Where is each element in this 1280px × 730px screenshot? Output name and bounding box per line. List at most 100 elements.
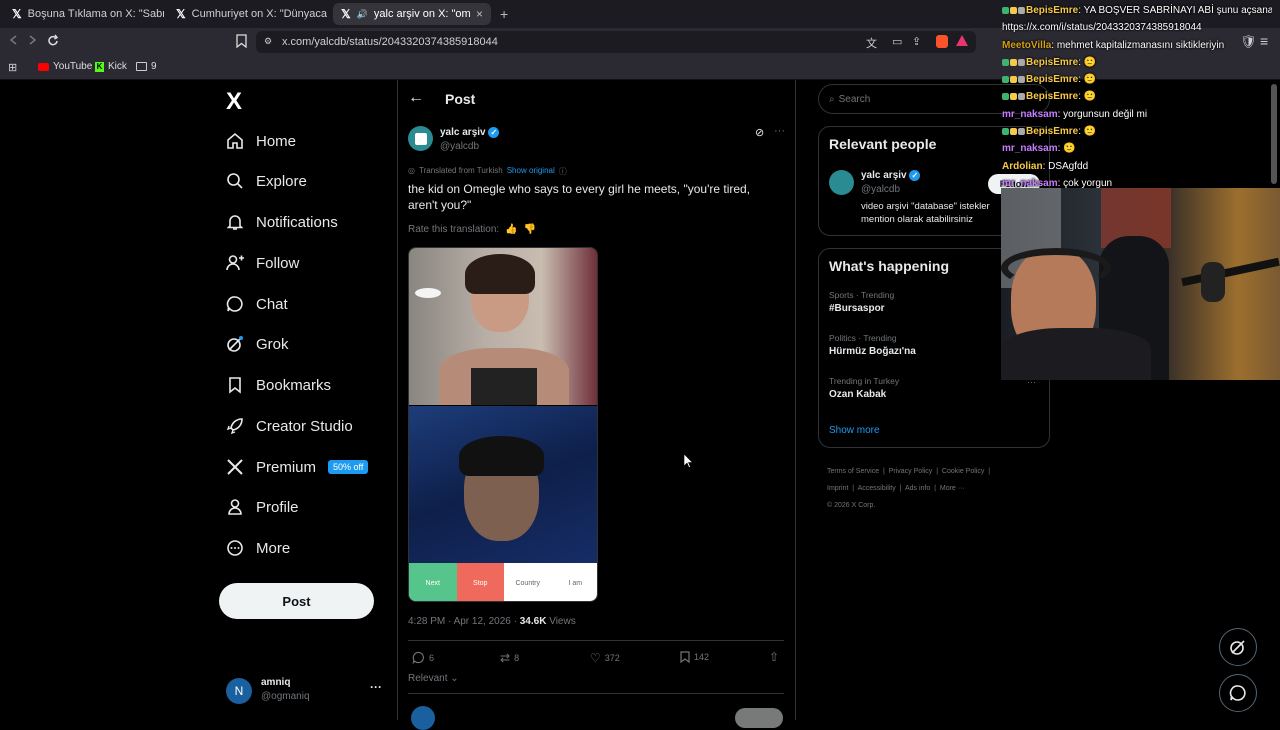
person-avatar[interactable] (829, 170, 854, 195)
search-icon: ⌕ (829, 93, 835, 105)
apps-grid-icon[interactable]: ⊞ (8, 61, 17, 74)
back-arrow-icon[interactable]: ← (408, 89, 424, 107)
bookmark-kick[interactable]: K Kick (95, 61, 127, 72)
reload-icon[interactable] (46, 34, 60, 48)
author-handle[interactable]: @yalcdb (440, 141, 479, 152)
chat-text: 🙂 (1083, 126, 1097, 138)
chat-text: 🙂 (1063, 143, 1076, 155)
site-info-icon[interactable]: ⚙ (264, 36, 272, 47)
tab-title: Cumhuriyet on X: "Dünyaca ünlü şarl (191, 8, 330, 20)
footer-link[interactable]: Privacy Policy (889, 468, 933, 475)
like-button[interactable]: ♡ 372 (590, 651, 620, 665)
grok-floating-button[interactable] (1219, 628, 1257, 666)
media-icon[interactable]: ▭ (892, 35, 902, 48)
show-more-link[interactable]: Show more (829, 425, 880, 436)
grok-icon (227, 336, 243, 352)
trend-item[interactable]: Politics · Trending Hürmüz Boğazı'na (829, 333, 916, 357)
translate-icon[interactable]: 文 (866, 35, 877, 51)
browser-tab-active[interactable]: 𝕏 🔊 yalc arşiv on X: "omeglede he × (333, 3, 491, 25)
nav-premium[interactable]: Premium 50% off (226, 453, 369, 481)
chat-badge-icon (1010, 93, 1017, 101)
new-tab-button[interactable]: + (500, 6, 508, 22)
x-logo-icon[interactable]: X (226, 88, 242, 116)
footer-link[interactable]: Accessibility (858, 485, 896, 492)
person-icon (228, 499, 242, 515)
nav-grok[interactable]: Grok (226, 330, 289, 358)
nav-notifications[interactable]: Notifications (226, 208, 338, 236)
heart-icon: ♡ (590, 651, 601, 665)
footer-link[interactable]: Cookie Policy (942, 468, 984, 475)
nav-creator-studio[interactable]: Creator Studio (226, 412, 353, 440)
footer-link[interactable]: More ··· (940, 485, 965, 492)
chevron-down-icon: ⌄ (447, 673, 459, 684)
post-more-icon[interactable]: ··· (774, 125, 785, 137)
person-name[interactable]: yalc arşiv ✓ (861, 170, 921, 181)
chat-username: BepisEmre (1026, 5, 1079, 16)
home-icon (227, 132, 243, 149)
search-placeholder: Search (838, 93, 871, 105)
trend-context: Politics · Trending (829, 333, 897, 343)
repost-count: 8 (514, 653, 520, 663)
reply-submit-button[interactable] (735, 708, 783, 728)
bookmark-page-icon[interactable] (236, 34, 247, 48)
bookmark-button[interactable]: 142 (680, 651, 709, 663)
address-bar[interactable]: ⚙ x.com/yalcdb/status/204332037438591804… (256, 31, 976, 53)
x-favicon-icon: 𝕏 (176, 7, 186, 21)
trend-name: #Bursaspor (829, 303, 885, 314)
chat-badge-icon (1002, 93, 1009, 101)
messages-floating-button[interactable] (1219, 674, 1257, 712)
browser-tab[interactable]: 𝕏 Boşuna Tıklama on X: "Sabrina Carpe (4, 3, 164, 25)
share-icon[interactable]: ⇪ (912, 35, 921, 48)
show-original-link[interactable]: Show original (507, 166, 555, 177)
chat-message: BepisEmre: 🙂 (1002, 71, 1272, 88)
author-avatar[interactable] (408, 126, 433, 151)
back-icon[interactable] (8, 34, 20, 46)
chat-username: MeetoVilla (1002, 39, 1052, 51)
trend-context: Trending in Turkey (829, 376, 900, 386)
chat-text: 🙂 (1083, 91, 1097, 103)
footer-link[interactable]: Ads info (905, 485, 930, 492)
nav-home[interactable]: Home (226, 127, 296, 155)
chat-badge-icon (1010, 127, 1017, 135)
grok-explain-icon[interactable]: ⊘ (755, 126, 764, 139)
close-tab-icon[interactable]: × (476, 7, 483, 21)
author-name[interactable]: yalc arşiv ✓ (440, 127, 500, 138)
chat-username: BepisEmre (1026, 56, 1079, 68)
thumbs-down-icon[interactable]: 👎 (524, 224, 536, 235)
nav-bookmarks[interactable]: Bookmarks (226, 371, 331, 399)
bookmark-folder[interactable]: 9 (136, 61, 157, 72)
nav-follow[interactable]: Follow (226, 249, 299, 277)
reply-sort-dropdown[interactable]: Relevant ⌄ (408, 673, 459, 684)
nav-explore[interactable]: Explore (226, 167, 307, 195)
chat-badge-icon (1010, 58, 1017, 66)
footer-link[interactable]: Imprint (827, 485, 848, 492)
brave-rewards-icon[interactable] (956, 35, 968, 46)
media-bottom-video (409, 406, 597, 563)
brave-shield-icon[interactable] (936, 35, 948, 48)
trend-item[interactable]: Trending in Turkey Ozan Kabak (829, 376, 899, 400)
kick-icon: K (95, 61, 104, 72)
nav-label: Explore (256, 172, 307, 190)
page-scrollbar[interactable] (1271, 84, 1277, 184)
nav-more[interactable]: More (226, 534, 290, 562)
shoulders-shape (1001, 328, 1151, 380)
footer-link[interactable]: Terms of Service (827, 468, 879, 475)
search-icon (227, 173, 243, 189)
tab-title: Boşuna Tıklama on X: "Sabrina Carpe (27, 8, 164, 20)
nav-chat[interactable]: Chat (226, 290, 288, 318)
account-switcher[interactable]: N amniq @ogmaniq ··· (226, 676, 386, 706)
share-icon[interactable]: ⇧ (769, 650, 779, 664)
bookmark-youtube[interactable]: YouTube (38, 61, 92, 72)
forward-icon[interactable] (26, 34, 38, 46)
trend-item[interactable]: Sports · Trending #Bursaspor (829, 290, 894, 314)
nav-profile[interactable]: Profile (226, 493, 299, 521)
browser-tab[interactable]: 𝕏 Cumhuriyet on X: "Dünyaca ünlü şarl (168, 3, 330, 25)
account-more-icon[interactable]: ··· (370, 680, 382, 694)
reply-button[interactable]: 6 (412, 651, 434, 664)
mouse-cursor-icon (684, 454, 693, 468)
post-button[interactable]: Post (219, 583, 374, 619)
post-media[interactable]: Next Stop Country I am (408, 247, 598, 602)
chat-badge-icon (1010, 76, 1017, 84)
repost-button[interactable]: ⇄ 8 (500, 651, 519, 665)
thumbs-up-icon[interactable]: 👍 (505, 224, 517, 235)
